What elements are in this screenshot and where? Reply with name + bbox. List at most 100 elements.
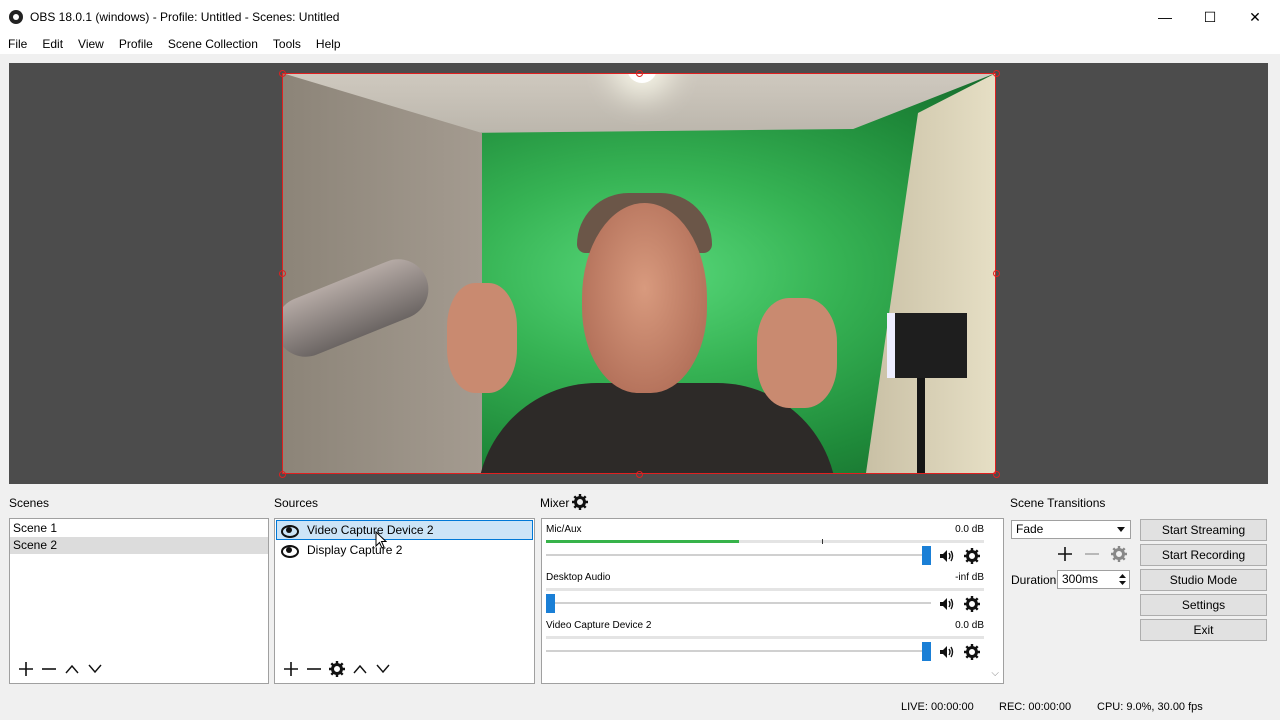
scenes-toolbar bbox=[10, 655, 268, 683]
resize-handle-right[interactable] bbox=[993, 270, 1000, 277]
dropdown-arrow-icon bbox=[1117, 527, 1125, 532]
speaker-icon[interactable] bbox=[939, 645, 955, 659]
close-button[interactable]: ✕ bbox=[1232, 0, 1278, 34]
resize-handle-bottom-left[interactable] bbox=[279, 471, 286, 478]
chevron-up-icon[interactable] bbox=[60, 658, 83, 680]
gear-icon[interactable] bbox=[964, 596, 980, 612]
mixer-channel: Mic/Aux 0.0 dB bbox=[546, 524, 984, 570]
menu-edit[interactable]: Edit bbox=[34, 34, 70, 54]
person-left-hand bbox=[447, 283, 517, 393]
menu-file[interactable]: File bbox=[0, 34, 34, 54]
mixer-panel: Mic/Aux 0.0 dB Desktop Audio -inf dB Video C… bbox=[541, 518, 1004, 684]
resize-handle-bottom-right[interactable] bbox=[993, 471, 1000, 478]
volume-meter bbox=[546, 588, 984, 591]
mouse-cursor-icon bbox=[375, 531, 387, 549]
gear-icon[interactable] bbox=[325, 658, 348, 680]
mixer-channel-db: -inf dB bbox=[955, 572, 984, 583]
scene-right-wall bbox=[866, 73, 996, 473]
light-stand bbox=[917, 373, 925, 474]
maximize-button[interactable]: ☐ bbox=[1187, 0, 1233, 34]
mixer-channel: Desktop Audio -inf dB bbox=[546, 572, 984, 618]
minus-icon[interactable] bbox=[37, 658, 60, 680]
sources-label: Sources bbox=[274, 496, 319, 510]
mixer-channel-name: Mic/Aux bbox=[546, 524, 582, 535]
video-capture-frame[interactable] bbox=[282, 73, 996, 474]
volume-slider-thumb[interactable] bbox=[922, 546, 931, 565]
plus-icon[interactable] bbox=[279, 658, 302, 680]
settings-button[interactable]: Settings bbox=[1140, 594, 1267, 616]
menu-scene-collection[interactable]: Scene Collection bbox=[160, 34, 265, 54]
volume-meter bbox=[546, 539, 984, 544]
volume-slider-track[interactable] bbox=[546, 602, 931, 604]
volume-slider-track[interactable] bbox=[546, 650, 931, 652]
visibility-eye-icon[interactable] bbox=[281, 545, 299, 558]
resize-handle-bottom[interactable] bbox=[636, 471, 643, 478]
source-item-label: Video Capture Device 2 bbox=[307, 522, 434, 537]
gear-icon[interactable] bbox=[572, 494, 588, 510]
volume-meter bbox=[546, 636, 984, 639]
person-right-hand bbox=[757, 298, 837, 408]
resize-handle-top-right[interactable] bbox=[993, 70, 1000, 77]
minimize-button[interactable]: — bbox=[1142, 0, 1188, 34]
volume-slider-track[interactable] bbox=[546, 554, 931, 556]
scene-transitions-label: Scene Transitions bbox=[1010, 496, 1106, 510]
menu-help[interactable]: Help bbox=[308, 34, 348, 54]
plus-icon[interactable] bbox=[14, 658, 37, 680]
cpu-status: CPU: 9.0%, 30.00 fps bbox=[1097, 701, 1203, 713]
resize-handle-top[interactable] bbox=[636, 70, 643, 77]
gear-icon[interactable] bbox=[964, 644, 980, 660]
person-head bbox=[582, 203, 707, 393]
live-status: LIVE: 00:00:00 bbox=[901, 701, 974, 713]
start-recording-button[interactable]: Start Recording bbox=[1140, 544, 1267, 566]
duration-value: 300ms bbox=[1062, 572, 1099, 586]
menu-view[interactable]: View bbox=[70, 34, 111, 54]
gear-icon[interactable] bbox=[964, 548, 980, 564]
mixer-channel-name: Video Capture Device 2 bbox=[546, 620, 652, 631]
menu-tools[interactable]: Tools bbox=[265, 34, 308, 54]
obs-logo-icon bbox=[9, 10, 23, 24]
led-lamp bbox=[887, 313, 967, 378]
mixer-label: Mixer bbox=[540, 496, 570, 510]
start-streaming-button[interactable]: Start Streaming bbox=[1140, 519, 1267, 541]
scroll-down-icon[interactable]: ⌵ bbox=[991, 668, 999, 679]
sources-panel: Video Capture Device 2 Display Capture 2 bbox=[274, 518, 535, 684]
studio-mode-button[interactable]: Studio Mode bbox=[1140, 569, 1267, 591]
source-item-label: Display Capture 2 bbox=[307, 542, 403, 557]
mixer-channel-name: Desktop Audio bbox=[546, 572, 611, 583]
duration-spinbox[interactable]: 300ms bbox=[1057, 570, 1130, 589]
volume-slider-thumb[interactable] bbox=[922, 642, 931, 661]
menu-profile[interactable]: Profile bbox=[111, 34, 160, 54]
speaker-icon[interactable] bbox=[939, 549, 955, 563]
mixer-channel-db: 0.0 dB bbox=[955, 524, 984, 535]
transition-gear-icon[interactable] bbox=[1107, 543, 1130, 565]
transition-select-value: Fade bbox=[1016, 522, 1044, 536]
chevron-down-icon[interactable] bbox=[371, 658, 394, 680]
mixer-channel: Video Capture Device 2 0.0 dB bbox=[546, 620, 984, 666]
minus-icon[interactable] bbox=[302, 658, 325, 680]
title-bar: OBS 18.0.1 (windows) - Profile: Untitled… bbox=[0, 0, 1280, 34]
remove-transition-icon[interactable] bbox=[1080, 543, 1103, 565]
menu-bar: File Edit View Profile Scene Collection … bbox=[0, 34, 1280, 54]
spin-arrows-icon[interactable] bbox=[1119, 573, 1126, 586]
scenes-label: Scenes bbox=[9, 496, 50, 510]
speaker-icon[interactable] bbox=[939, 597, 955, 611]
status-bar: LIVE: 00:00:00 REC: 00:00:00 CPU: 9.0%, … bbox=[0, 698, 1280, 718]
source-item[interactable]: Video Capture Device 2 bbox=[276, 520, 533, 540]
chevron-down-icon[interactable] bbox=[83, 658, 106, 680]
visibility-eye-icon[interactable] bbox=[281, 525, 299, 538]
add-transition-icon[interactable] bbox=[1053, 543, 1076, 565]
duration-label: Duration bbox=[1011, 573, 1057, 587]
source-item[interactable]: Display Capture 2 bbox=[276, 540, 533, 560]
rec-status: REC: 00:00:00 bbox=[999, 701, 1072, 713]
resize-handle-left[interactable] bbox=[279, 270, 286, 277]
chevron-up-icon[interactable] bbox=[348, 658, 371, 680]
scene-item[interactable]: Scene 2 bbox=[10, 537, 268, 554]
scene-item[interactable]: Scene 1 bbox=[10, 520, 268, 537]
window-title: OBS 18.0.1 (windows) - Profile: Untitled… bbox=[30, 10, 340, 24]
volume-slider-thumb[interactable] bbox=[546, 594, 555, 613]
transition-select[interactable]: Fade bbox=[1011, 520, 1131, 539]
exit-button[interactable]: Exit bbox=[1140, 619, 1267, 641]
resize-handle-top-left[interactable] bbox=[279, 70, 286, 77]
preview-canvas[interactable] bbox=[9, 63, 1268, 484]
scenes-panel: Scene 1 Scene 2 bbox=[9, 518, 269, 684]
